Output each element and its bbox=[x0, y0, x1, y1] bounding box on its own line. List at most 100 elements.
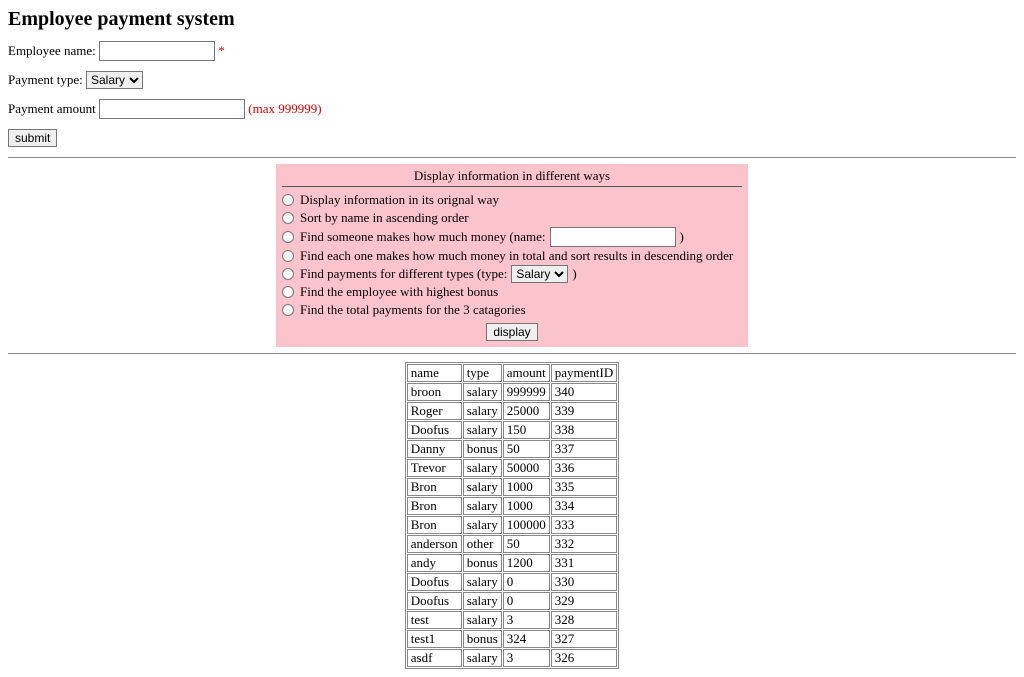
table-row: broonsalary999999340 bbox=[407, 383, 617, 401]
table-cell: Danny bbox=[407, 440, 462, 458]
table-cell: bonus bbox=[463, 554, 502, 572]
table-cell: 329 bbox=[551, 592, 617, 610]
table-cell: 324 bbox=[503, 630, 550, 648]
table-cell: 50000 bbox=[503, 459, 550, 477]
table-cell: salary bbox=[463, 649, 502, 667]
payments-table: nametypeamountpaymentID broonsalary99999… bbox=[405, 362, 619, 669]
payment-type-label: Payment type: bbox=[8, 72, 83, 87]
table-cell: salary bbox=[463, 592, 502, 610]
find-type-select[interactable]: Salary bbox=[511, 265, 568, 283]
option-find-name-label-prefix: Find someone makes how much money (name: bbox=[300, 228, 546, 246]
display-button[interactable] bbox=[486, 323, 537, 341]
option-original-label: Display information in its orignal way bbox=[300, 191, 499, 209]
option-highest-bonus-radio[interactable] bbox=[282, 286, 294, 298]
table-cell: Roger bbox=[407, 402, 462, 420]
table-cell: salary bbox=[463, 573, 502, 591]
table-cell: 327 bbox=[551, 630, 617, 648]
employee-name-label: Employee name: bbox=[8, 43, 96, 58]
table-row: andersonother50332 bbox=[407, 535, 617, 553]
table-cell: 0 bbox=[503, 573, 550, 591]
table-cell: 328 bbox=[551, 611, 617, 629]
table-cell: test1 bbox=[407, 630, 462, 648]
table-cell: salary bbox=[463, 497, 502, 515]
option-total-categories-radio[interactable] bbox=[282, 304, 294, 316]
option-find-type-radio[interactable] bbox=[282, 268, 294, 280]
table-cell: 336 bbox=[551, 459, 617, 477]
table-cell: 340 bbox=[551, 383, 617, 401]
table-row: Doofussalary0330 bbox=[407, 573, 617, 591]
table-cell: 338 bbox=[551, 421, 617, 439]
table-row: Doofussalary150338 bbox=[407, 421, 617, 439]
table-cell: 326 bbox=[551, 649, 617, 667]
table-cell: salary bbox=[463, 421, 502, 439]
required-marker: * bbox=[218, 43, 225, 58]
table-cell: other bbox=[463, 535, 502, 553]
table-cell: 339 bbox=[551, 402, 617, 420]
table-cell: salary bbox=[463, 516, 502, 534]
option-highest-bonus-label: Find the employee with highest bonus bbox=[300, 283, 498, 301]
option-sort-name-radio[interactable] bbox=[282, 212, 294, 224]
find-name-input[interactable] bbox=[550, 227, 676, 247]
table-cell: 25000 bbox=[503, 402, 550, 420]
table-cell: 0 bbox=[503, 592, 550, 610]
table-cell: salary bbox=[463, 478, 502, 496]
option-sort-name-label: Sort by name in ascending order bbox=[300, 209, 469, 227]
table-cell: Bron bbox=[407, 478, 462, 496]
divider bbox=[8, 157, 1016, 158]
option-total-desc-label: Find each one makes how much money in to… bbox=[300, 247, 733, 265]
table-cell: Doofus bbox=[407, 592, 462, 610]
option-find-type-label-prefix: Find payments for different types (type: bbox=[300, 265, 507, 283]
table-cell: 1200 bbox=[503, 554, 550, 572]
page-title: Employee payment system bbox=[8, 8, 1016, 31]
table-cell: test bbox=[407, 611, 462, 629]
table-row: test1bonus324327 bbox=[407, 630, 617, 648]
table-cell: bonus bbox=[463, 630, 502, 648]
payment-amount-input[interactable] bbox=[99, 99, 245, 119]
option-original-radio[interactable] bbox=[282, 194, 294, 206]
table-header-cell: name bbox=[407, 364, 462, 382]
employee-name-input[interactable] bbox=[99, 41, 215, 61]
table-cell: 3 bbox=[503, 649, 550, 667]
table-row: Trevorsalary50000336 bbox=[407, 459, 617, 477]
table-cell: salary bbox=[463, 611, 502, 629]
amount-hint: (max 999999) bbox=[248, 101, 321, 116]
divider-2 bbox=[8, 353, 1016, 354]
table-header-cell: paymentID bbox=[551, 364, 617, 382]
option-find-name-radio[interactable] bbox=[282, 231, 294, 243]
option-total-desc-radio[interactable] bbox=[282, 250, 294, 262]
table-cell: 1000 bbox=[503, 497, 550, 515]
display-options-panel: Display information in different ways Di… bbox=[276, 164, 748, 347]
table-row: Bronsalary100000333 bbox=[407, 516, 617, 534]
option-find-name-label-suffix: ) bbox=[680, 228, 684, 246]
panel-title: Display information in different ways bbox=[282, 168, 742, 187]
table-cell: Bron bbox=[407, 497, 462, 515]
table-cell: broon bbox=[407, 383, 462, 401]
table-row: Bronsalary1000335 bbox=[407, 478, 617, 496]
table-cell: 50 bbox=[503, 440, 550, 458]
option-find-type-label-suffix: ) bbox=[572, 265, 576, 283]
table-cell: anderson bbox=[407, 535, 462, 553]
table-cell: Doofus bbox=[407, 573, 462, 591]
table-header-cell: type bbox=[463, 364, 502, 382]
payment-amount-label: Payment amount bbox=[8, 101, 96, 116]
table-cell: Doofus bbox=[407, 421, 462, 439]
table-cell: 3 bbox=[503, 611, 550, 629]
table-cell: bonus bbox=[463, 440, 502, 458]
submit-button[interactable] bbox=[8, 129, 57, 147]
table-cell: 330 bbox=[551, 573, 617, 591]
table-row: Dannybonus50337 bbox=[407, 440, 617, 458]
table-cell: 100000 bbox=[503, 516, 550, 534]
table-row: Bronsalary1000334 bbox=[407, 497, 617, 515]
table-header-cell: amount bbox=[503, 364, 550, 382]
table-cell: Bron bbox=[407, 516, 462, 534]
table-cell: asdf bbox=[407, 649, 462, 667]
table-row: Doofussalary0329 bbox=[407, 592, 617, 610]
table-cell: salary bbox=[463, 383, 502, 401]
table-cell: 335 bbox=[551, 478, 617, 496]
table-cell: salary bbox=[463, 459, 502, 477]
table-row: Rogersalary25000339 bbox=[407, 402, 617, 420]
table-cell: andy bbox=[407, 554, 462, 572]
table-cell: Trevor bbox=[407, 459, 462, 477]
table-cell: 333 bbox=[551, 516, 617, 534]
payment-type-select[interactable]: Salary bbox=[86, 71, 143, 89]
